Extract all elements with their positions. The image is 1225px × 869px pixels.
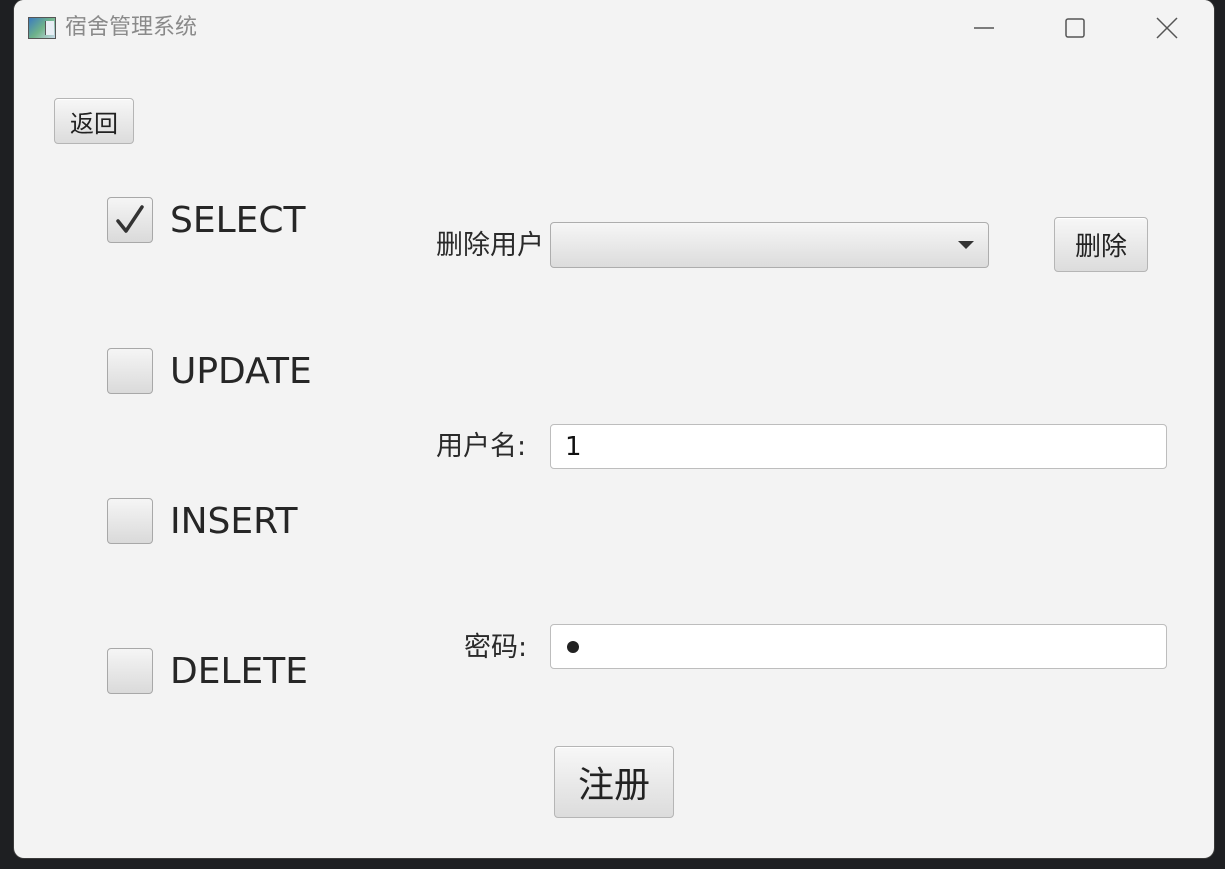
close-button[interactable] bbox=[1147, 10, 1187, 46]
delete-button[interactable]: 删除 bbox=[1054, 217, 1148, 272]
maximize-button[interactable] bbox=[1055, 10, 1095, 46]
username-field[interactable]: 1 bbox=[550, 424, 1167, 469]
password-label: 密码: bbox=[464, 632, 528, 663]
checkbox-delete-label: DELETE bbox=[170, 650, 309, 692]
checkmark-icon bbox=[116, 205, 144, 233]
chevron-down-icon[interactable] bbox=[958, 241, 974, 249]
username-label: 用户名: bbox=[436, 431, 527, 462]
delete-user-select[interactable] bbox=[550, 222, 989, 268]
title-bar[interactable]: 宿舍管理系统 bbox=[14, 0, 1214, 58]
checkbox-select[interactable]: SELECT bbox=[107, 195, 306, 245]
app-window: 宿舍管理系统 返回 SELECT UPDATE INSERT DELETE 删除… bbox=[14, 0, 1214, 858]
checkbox-insert[interactable]: INSERT bbox=[107, 496, 298, 546]
checkbox-update[interactable]: UPDATE bbox=[107, 346, 312, 396]
checkbox-delete[interactable]: DELETE bbox=[107, 646, 308, 696]
checkbox-insert-label: INSERT bbox=[170, 500, 298, 542]
checkbox-select-label: SELECT bbox=[170, 199, 306, 241]
checkbox-insert-box[interactable] bbox=[107, 498, 153, 544]
checkbox-update-label: UPDATE bbox=[170, 350, 312, 392]
minimize-icon bbox=[974, 27, 994, 29]
register-button[interactable]: 注册 bbox=[554, 746, 674, 818]
checkbox-delete-box[interactable] bbox=[107, 648, 153, 694]
checkbox-select-box[interactable] bbox=[107, 197, 153, 243]
checkbox-update-box[interactable] bbox=[107, 348, 153, 394]
close-icon bbox=[1156, 17, 1178, 39]
window-title: 宿舍管理系统 bbox=[65, 15, 198, 40]
minimize-button[interactable] bbox=[964, 10, 1004, 46]
app-icon bbox=[28, 17, 56, 39]
maximize-icon bbox=[1065, 18, 1085, 38]
delete-user-label: 删除用户 bbox=[436, 230, 544, 261]
password-mask-dot bbox=[567, 640, 579, 653]
password-field[interactable] bbox=[550, 624, 1167, 669]
back-button[interactable]: 返回 bbox=[54, 98, 134, 144]
username-value: 1 bbox=[565, 431, 582, 462]
